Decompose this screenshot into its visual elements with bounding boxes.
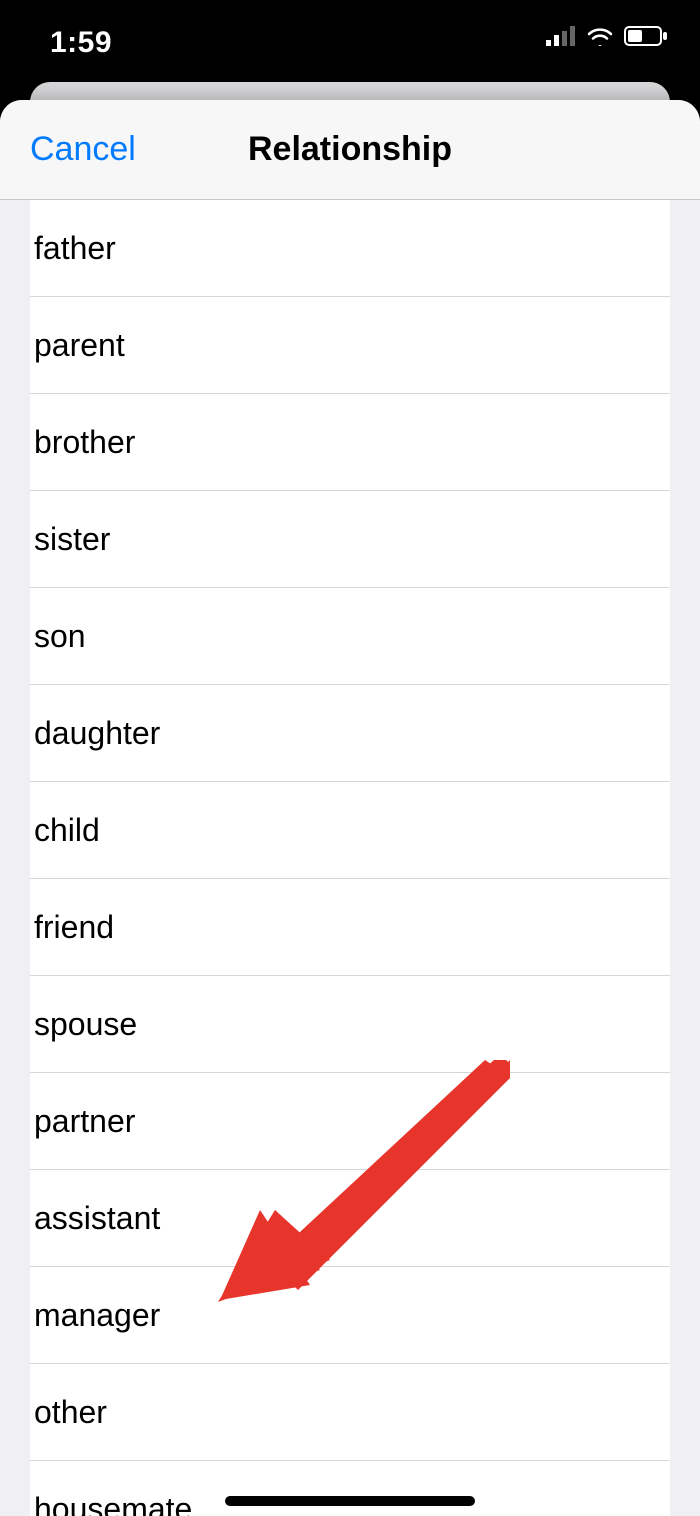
status-bar: 1:59	[0, 0, 700, 82]
signal-icon	[546, 26, 576, 46]
battery-icon	[624, 26, 668, 46]
relationship-label: child	[34, 812, 100, 849]
page-title: Relationship	[248, 130, 452, 169]
relationship-row-assistant[interactable]: assistant	[30, 1170, 670, 1267]
relationship-row-son[interactable]: son	[30, 588, 670, 685]
relationship-row-brother[interactable]: brother	[30, 394, 670, 491]
relationship-label: brother	[34, 424, 135, 461]
status-indicators	[546, 26, 668, 46]
relationship-label: spouse	[34, 1006, 137, 1043]
relationship-label: manager	[34, 1297, 160, 1334]
relationship-row-child[interactable]: child	[30, 782, 670, 879]
relationship-row-daughter[interactable]: daughter	[30, 685, 670, 782]
relationship-row-other[interactable]: other	[30, 1364, 670, 1461]
relationship-label: son	[34, 618, 86, 655]
modal-sheet: Cancel Relationship father parent brother s…	[0, 100, 700, 1516]
relationship-row-parent[interactable]: parent	[30, 297, 670, 394]
relationship-list: father parent brother sister son daughter chil…	[30, 200, 670, 1516]
relationship-label: parent	[34, 327, 125, 364]
relationship-label: other	[34, 1394, 107, 1431]
relationship-row-friend[interactable]: friend	[30, 879, 670, 976]
relationship-row-partner[interactable]: partner	[30, 1073, 670, 1170]
relationship-label: partner	[34, 1103, 135, 1140]
relationship-label: assistant	[34, 1200, 160, 1237]
list-container: father parent brother sister son daughter chil…	[0, 200, 700, 1516]
home-indicator[interactable]	[225, 1496, 475, 1506]
relationship-label: daughter	[34, 715, 160, 752]
relationship-row-spouse[interactable]: spouse	[30, 976, 670, 1073]
status-time: 1:59	[50, 26, 112, 60]
relationship-label: father	[34, 230, 116, 267]
relationship-row-father[interactable]: father	[30, 200, 670, 297]
relationship-label: friend	[34, 909, 114, 946]
relationship-label: sister	[34, 521, 110, 558]
nav-bar: Cancel Relationship	[0, 100, 700, 200]
relationship-row-housemate[interactable]: housemate	[30, 1461, 670, 1516]
relationship-row-manager[interactable]: manager	[30, 1267, 670, 1364]
wifi-icon	[586, 26, 614, 46]
relationship-row-sister[interactable]: sister	[30, 491, 670, 588]
relationship-label: housemate	[34, 1491, 192, 1516]
cancel-button[interactable]: Cancel	[30, 100, 136, 199]
